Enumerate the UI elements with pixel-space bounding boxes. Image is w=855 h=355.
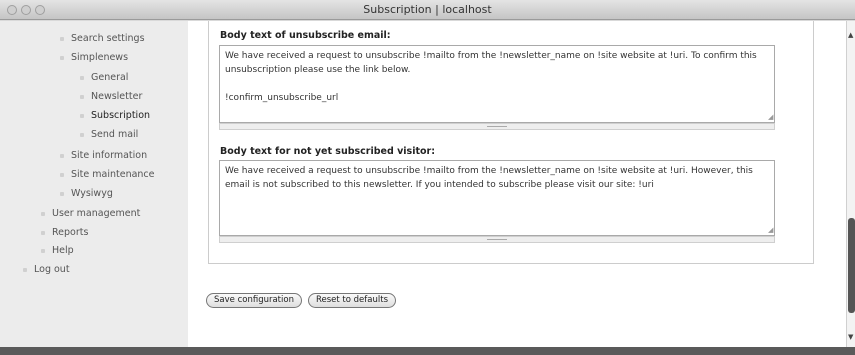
sidebar-item-subscription[interactable]: Subscription [80, 110, 150, 121]
sidebar-item-help[interactable]: Help [41, 245, 74, 256]
unsubscribe-body-label: Body text of unsubscribe email: [220, 30, 391, 41]
scroll-up-arrow-icon[interactable]: ▲ [848, 31, 853, 39]
sidebar-item-label: Search settings [71, 33, 145, 44]
bullet-icon [60, 172, 64, 177]
not-subscribed-body-label: Body text for not yet subscribed visitor… [220, 146, 436, 157]
save-configuration-button[interactable]: Save configuration [206, 293, 302, 308]
bullet-icon [80, 75, 84, 80]
not-subscribed-body-textarea[interactable]: We have received a request to unsubscrib… [219, 160, 775, 236]
sidebar-item-label: Simplenews [71, 52, 129, 63]
unsubscribe-body-textarea[interactable]: We have received a request to unsubscrib… [219, 45, 775, 123]
sidebar-item-general[interactable]: General [80, 72, 128, 83]
textarea-resize-handle[interactable] [219, 236, 775, 243]
sidebar-item-label: General [91, 72, 129, 83]
sidebar-item-reports[interactable]: Reports [41, 227, 88, 238]
sidebar-item-search-settings[interactable]: Search settings [60, 33, 145, 44]
sidebar-item-wysiwyg[interactable]: Wysiwyg [60, 188, 113, 199]
sidebar-item-newsletter[interactable]: Newsletter [80, 91, 142, 102]
sidebar-item-site-maintenance[interactable]: Site maintenance [60, 169, 155, 180]
bullet-icon [80, 94, 84, 99]
window-bottom-edge [0, 347, 855, 355]
sidebar-item-send-mail[interactable]: Send mail [80, 129, 138, 140]
bullet-icon [60, 55, 64, 60]
sidebar-item-user-management[interactable]: User management [41, 208, 140, 219]
resize-corner-icon: ◢ [768, 113, 774, 121]
bullet-icon [80, 132, 84, 137]
bullet-icon [60, 153, 64, 158]
sidebar-item-label: Reports [52, 227, 89, 238]
sidebar-item-label: Send mail [91, 129, 139, 140]
sidebar-item-label: Site information [71, 150, 148, 161]
sidebar-item-label: Help [52, 245, 74, 256]
sidebar-item-label: Subscription [91, 110, 151, 121]
sidebar-item-simplenews[interactable]: Simplenews [60, 52, 128, 63]
bullet-icon [60, 191, 64, 196]
textarea-resize-handle[interactable] [219, 123, 775, 130]
bullet-icon [41, 230, 45, 235]
bullet-icon [60, 36, 64, 41]
scrollbar-thumb[interactable] [848, 218, 855, 313]
sidebar-item-label: Wysiwyg [71, 188, 113, 199]
bullet-icon [80, 113, 84, 118]
vertical-scrollbar[interactable]: ▲ ▼ [846, 21, 855, 347]
bullet-icon [41, 211, 45, 216]
sidebar-item-log-out[interactable]: Log out [23, 264, 70, 275]
window-title: Subscription | localhost [363, 3, 492, 16]
sidebar-nav: Search settings Simplenews General Newsl… [0, 21, 188, 347]
bullet-icon [41, 248, 45, 253]
window-titlebar: Subscription | localhost [0, 0, 855, 20]
sidebar-item-label: User management [52, 208, 141, 219]
resize-corner-icon: ◢ [768, 226, 774, 234]
sidebar-item-label: Newsletter [91, 91, 143, 102]
sidebar-item-site-information[interactable]: Site information [60, 150, 147, 161]
bullet-icon [23, 267, 27, 272]
reset-to-defaults-button[interactable]: Reset to defaults [308, 293, 396, 308]
scroll-down-arrow-icon[interactable]: ▼ [848, 333, 853, 341]
sidebar-item-label: Site maintenance [71, 169, 155, 180]
sidebar-item-label: Log out [34, 264, 70, 275]
